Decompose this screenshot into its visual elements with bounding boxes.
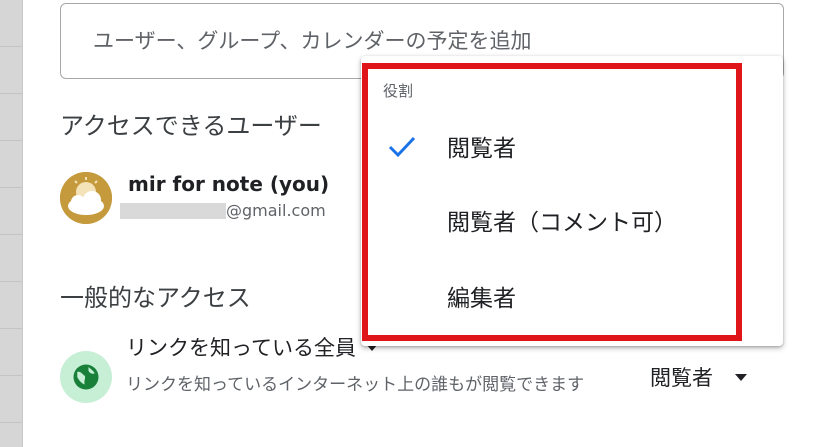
user-name: mir for note (you) <box>128 172 330 196</box>
role-option-commenter[interactable]: 閲覧者（コメント可） <box>361 190 783 250</box>
role-option-label: 閲覧者（コメント可） <box>447 210 677 236</box>
role-option-viewer[interactable]: 閲覧者 <box>361 116 783 176</box>
role-menu-header: 役割 <box>383 82 414 100</box>
role-option-editor[interactable]: 編集者 <box>361 266 783 326</box>
cloud-avatar-icon <box>60 172 112 224</box>
role-option-label: 閲覧者 <box>447 136 516 162</box>
people-with-access-title: アクセスできるユーザー <box>60 112 322 140</box>
general-access-label: リンクを知っている全員 <box>126 336 356 360</box>
role-menu: 役割 閲覧者 閲覧者（コメント可） 編集者 <box>361 56 783 346</box>
email-redaction <box>120 203 226 219</box>
avatar <box>60 172 112 224</box>
link-role-label: 閲覧者 <box>650 366 713 390</box>
check-icon <box>388 136 416 158</box>
background-page-strip <box>0 0 23 447</box>
general-access-title: 一般的なアクセス <box>60 284 251 312</box>
role-option-label: 編集者 <box>447 286 516 312</box>
public-globe-icon <box>73 364 99 390</box>
globe-icon <box>60 351 112 403</box>
link-role-dropdown[interactable]: 閲覧者 <box>650 362 747 392</box>
general-access-dropdown[interactable]: リンクを知っている全員 <box>126 332 378 362</box>
user-email: @gmail.com <box>226 201 326 220</box>
general-access-description: リンクを知っているインターネット上の誰もが閲覧できます <box>126 375 585 395</box>
caret-down-icon <box>735 373 747 381</box>
